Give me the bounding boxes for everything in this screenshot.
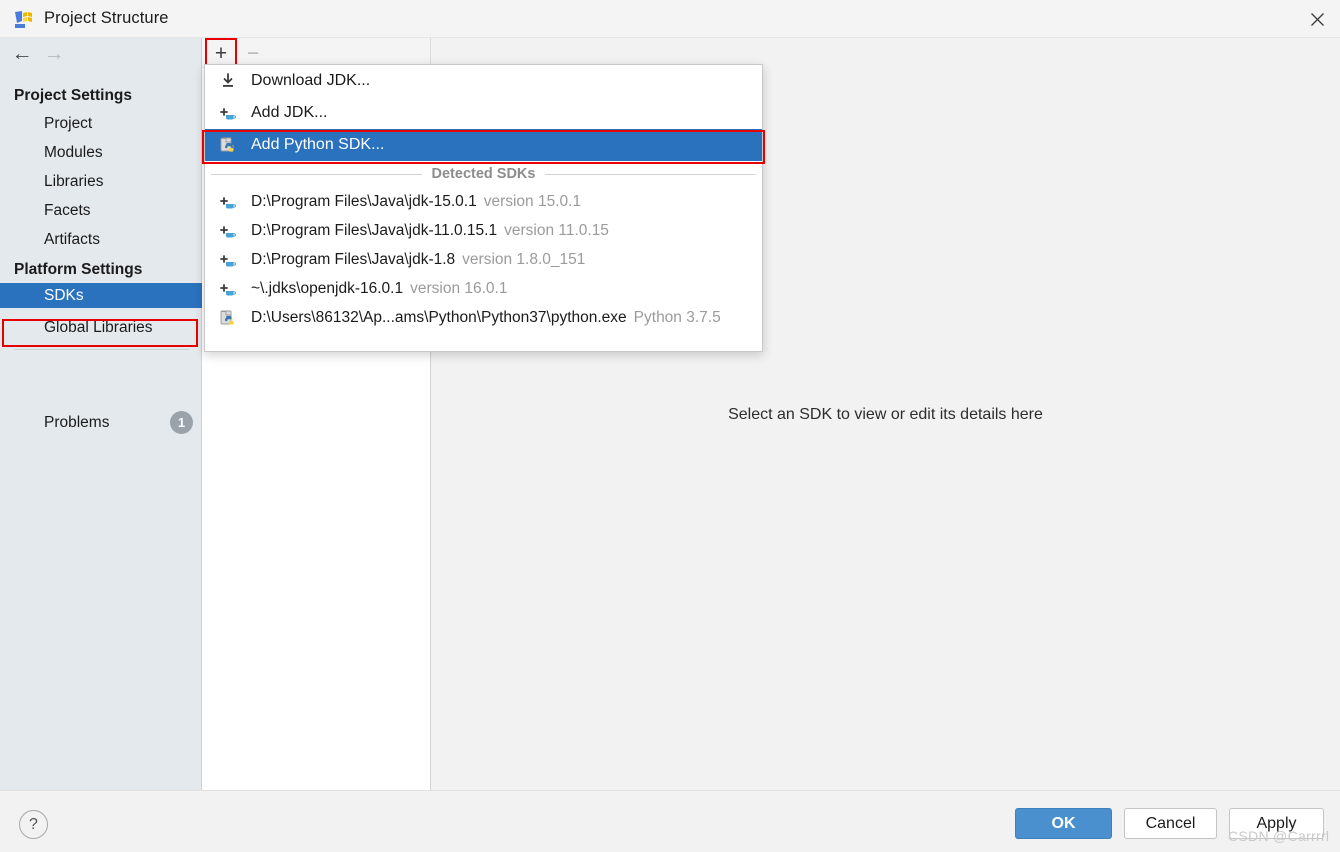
sdk-version: version 16.0.1 <box>410 279 508 297</box>
menu-item-download-jdk[interactable]: Download JDK... <box>205 65 762 97</box>
window-title: Project Structure <box>44 9 169 27</box>
menu-item-add-python-sdk[interactable]: Add Python SDK... <box>205 129 762 161</box>
add-sdk-popup-menu: Download JDK... Add JDK... Add Python SD… <box>204 64 763 352</box>
sidebar-item-project[interactable]: Project <box>0 111 202 136</box>
sdk-path: D:\Users\86132\Ap...ams\Python\Python37\… <box>251 308 627 326</box>
add-jdk-icon <box>215 191 241 213</box>
add-jdk-icon <box>215 102 241 124</box>
sdk-path: D:\Program Files\Java\jdk-15.0.1 <box>251 192 477 210</box>
sidebar-divider <box>14 349 189 350</box>
sdk-path: D:\Program Files\Java\jdk-1.8 <box>251 250 456 268</box>
detected-sdk-item[interactable]: D:\Program Files\Java\jdk-11.0.15.1 vers… <box>205 216 762 245</box>
add-sdk-button[interactable]: + <box>208 40 234 66</box>
sdk-version: version 15.0.1 <box>483 192 582 210</box>
cancel-button[interactable]: Cancel <box>1124 808 1217 839</box>
sidebar-item-global-libraries[interactable]: Global Libraries <box>0 315 202 340</box>
add-jdk-icon <box>215 249 241 271</box>
menu-item-label: Download JDK... <box>251 72 371 89</box>
ok-button[interactable]: OK <box>1015 808 1112 839</box>
sidebar-item-artifacts[interactable]: Artifacts <box>0 227 202 252</box>
close-icon[interactable] <box>1294 0 1340 38</box>
detected-sdk-item[interactable]: D:\Users\86132\Ap...ams\Python\Python37\… <box>205 303 762 332</box>
forward-arrow-icon[interactable]: → <box>40 41 68 65</box>
menu-item-label: Add Python SDK... <box>251 136 385 153</box>
detected-sdks-separator: Detected SDKs <box>205 161 762 187</box>
group-header-project-settings: Project Settings <box>14 87 132 104</box>
python-sdk-icon <box>215 134 241 156</box>
python-sdk-icon <box>215 307 241 329</box>
sidebar-item-facets[interactable]: Facets <box>0 198 202 223</box>
remove-sdk-button[interactable]: − <box>240 40 266 66</box>
menu-item-label: Add JDK... <box>251 104 328 121</box>
sdk-path: D:\Program Files\Java\jdk-11.0.15.1 <box>251 221 498 239</box>
problems-count-badge: 1 <box>170 411 193 434</box>
help-button[interactable]: ? <box>19 810 48 839</box>
title-bar: Project Structure <box>0 0 1340 38</box>
detected-sdks-label: Detected SDKs <box>421 166 546 182</box>
detected-sdk-item[interactable]: D:\Program Files\Java\jdk-1.8 version 1.… <box>205 245 762 274</box>
sdk-path: ~\.jdks\openjdk-16.0.1 <box>251 279 404 297</box>
apply-button[interactable]: Apply <box>1229 808 1324 839</box>
navigation-buttons: ← → <box>0 38 202 68</box>
sidebar-item-modules[interactable]: Modules <box>0 140 202 165</box>
sidebar-item-libraries[interactable]: Libraries <box>0 169 202 194</box>
add-jdk-icon <box>215 278 241 300</box>
empty-detail-message: Select an SDK to view or edit its detail… <box>728 406 1043 423</box>
menu-item-add-jdk[interactable]: Add JDK... <box>205 97 762 129</box>
add-jdk-icon <box>215 220 241 242</box>
download-jdk-icon <box>215 70 241 92</box>
settings-sidebar: ← → Project Settings Project Modules Lib… <box>0 38 202 790</box>
detected-sdk-item[interactable]: D:\Program Files\Java\jdk-15.0.1 version… <box>205 187 762 216</box>
sdk-version: version 11.0.15 <box>504 221 609 239</box>
intellij-idea-icon <box>14 10 33 29</box>
group-header-platform-settings: Platform Settings <box>14 261 143 278</box>
sdk-version: version 1.8.0_151 <box>462 250 586 268</box>
detected-sdk-item[interactable]: ~\.jdks\openjdk-16.0.1 version 16.0.1 <box>205 274 762 303</box>
back-arrow-icon[interactable]: ← <box>8 41 36 65</box>
project-structure-dialog: Project Structure ← → Project Settings P… <box>0 0 1340 852</box>
sidebar-item-sdks[interactable]: SDKs <box>0 283 202 308</box>
sdk-version: Python 3.7.5 <box>633 308 721 326</box>
